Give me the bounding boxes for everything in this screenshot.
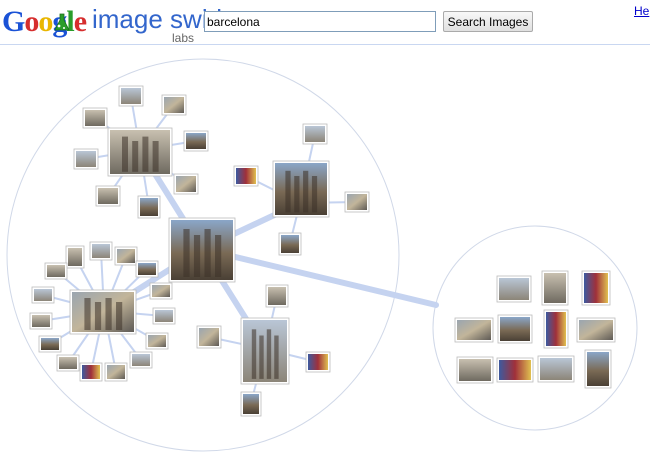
photo-thumbnail[interactable] [38, 335, 62, 353]
photo-thumbnail[interactable] [456, 356, 494, 384]
photo-thumbnail[interactable] [537, 355, 575, 383]
photo-thumbnail[interactable] [149, 282, 173, 300]
photo-thumbnail[interactable] [240, 391, 262, 417]
photo-thumbnail[interactable] [29, 312, 53, 330]
photo-thumbnail[interactable] [135, 260, 159, 278]
photo-thumbnail[interactable] [541, 270, 569, 306]
photo-thumbnail[interactable] [543, 309, 569, 349]
thumbnail-layer [29, 85, 616, 417]
photo-thumbnail[interactable] [302, 123, 328, 145]
photo-thumbnail[interactable] [129, 351, 153, 369]
logo-letter: G [2, 5, 25, 38]
facade-thumbnail[interactable] [107, 127, 173, 177]
hub-thumbnail[interactable] [168, 217, 236, 283]
photo-thumbnail[interactable] [305, 351, 331, 373]
product-name: image swirl [92, 4, 223, 34]
photo-thumbnail[interactable] [496, 357, 534, 383]
help-link[interactable]: He [634, 4, 649, 18]
photo-thumbnail[interactable] [65, 245, 85, 269]
towers-thumbnail[interactable] [272, 160, 330, 218]
photo-thumbnail[interactable] [73, 148, 99, 170]
photo-thumbnail[interactable] [152, 307, 176, 325]
photo-thumbnail[interactable] [114, 246, 138, 266]
photo-thumbnail[interactable] [89, 241, 113, 261]
svg-text:Google: Google [2, 5, 87, 38]
logo-letter: e [74, 5, 87, 38]
photo-thumbnail[interactable] [497, 314, 533, 344]
photo-thumbnail[interactable] [576, 317, 616, 343]
photo-thumbnail[interactable] [265, 284, 289, 308]
photo-thumbnail[interactable] [454, 317, 494, 343]
photo-thumbnail[interactable] [496, 275, 532, 303]
photo-thumbnail[interactable] [183, 130, 209, 152]
logo-letter: o [38, 5, 52, 38]
search-images-button[interactable]: Search Images [443, 11, 533, 32]
header-bar: Google image swirl labs Search Images He [0, 0, 650, 45]
photo-thumbnail[interactable] [161, 94, 187, 116]
photo-thumbnail[interactable] [584, 349, 612, 389]
search-input[interactable] [204, 11, 436, 32]
google-image-swirl-logo[interactable]: Google image swirl labs [2, 2, 222, 45]
photo-thumbnail[interactable] [56, 354, 80, 372]
logo-letter: o [24, 5, 38, 38]
photo-thumbnail[interactable] [104, 362, 128, 382]
photo-thumbnail[interactable] [173, 173, 199, 195]
image-swirl-canvas [6, 58, 638, 452]
photo-thumbnail[interactable] [44, 262, 68, 280]
photo-thumbnail[interactable] [137, 195, 161, 219]
mosaic-thumbnail[interactable] [69, 289, 137, 335]
google-logo: Google [2, 5, 88, 38]
photo-thumbnail[interactable] [82, 107, 108, 129]
building-thumbnail[interactable] [240, 317, 290, 385]
photo-thumbnail[interactable] [278, 232, 302, 256]
photo-thumbnail[interactable] [95, 185, 121, 207]
photo-thumbnail[interactable] [118, 85, 144, 107]
photo-thumbnail[interactable] [344, 191, 370, 213]
photo-thumbnail[interactable] [79, 362, 103, 382]
photo-thumbnail[interactable] [31, 286, 55, 304]
photo-thumbnail[interactable] [581, 270, 611, 306]
photo-thumbnail[interactable] [196, 325, 222, 349]
photo-thumbnail[interactable] [233, 165, 259, 187]
labs-badge: labs [172, 31, 195, 45]
photo-thumbnail[interactable] [145, 332, 169, 350]
